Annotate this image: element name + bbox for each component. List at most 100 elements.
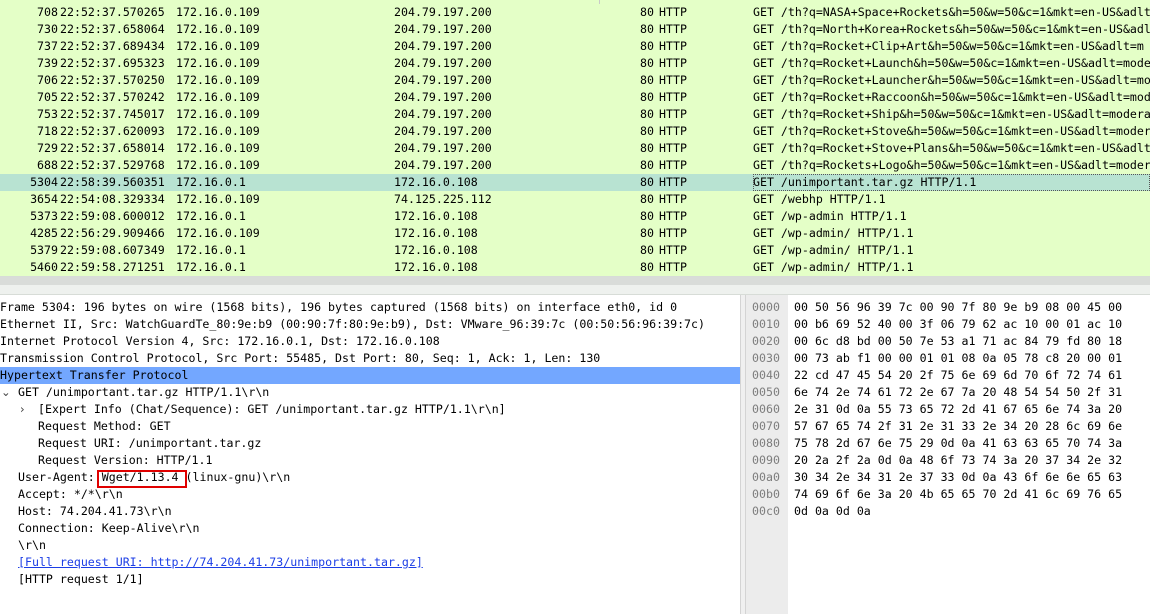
packet-row[interactable]: 708 22:52:37.570265 172.16.0.109 204.79.197… [0, 4, 1150, 21]
packet-row[interactable]: 5460 22:59:58.271251 172.16.0.1 172.16.0.10… [0, 259, 1150, 276]
packet-info: GET /wp-admin/ HTTP/1.1 [753, 226, 914, 240]
hex-dump-row[interactable]: 0060 2e 31 0d 0a 55 73 65 72 2d 41 67 65 … [746, 401, 1150, 418]
detail-tree-row[interactable]: Request URI: /unimportant.tar.gz [0, 435, 740, 452]
pane-splitter[interactable] [0, 276, 1150, 295]
packet-row[interactable]: 4285 22:56:29.909466 172.16.0.109 172.16.0.… [0, 225, 1150, 242]
packet-row[interactable]: 688 22:52:37.529768 172.16.0.109 204.79.197… [0, 157, 1150, 174]
packet-row[interactable]: 730 22:52:37.658064 172.16.0.109 204.79.197… [0, 21, 1150, 38]
hex-dump-row[interactable]: 0080 75 78 2d 67 6e 75 29 0d 0a 41 63 63 … [746, 435, 1150, 452]
packet-number: 3654 [30, 192, 58, 206]
hex-dump-row[interactable]: 0040 22 cd 47 45 54 20 2f 75 6e 69 6d 70 … [746, 367, 1150, 384]
packet-row-selected[interactable]: 5304 22:58:39.560351 172.16.0.1 172.16.0.10… [0, 174, 1150, 191]
hex-offset: 0010 [752, 317, 780, 331]
packet-protocol: HTTP [659, 5, 687, 19]
packet-port: 80 [640, 124, 654, 138]
hex-dump-row[interactable]: 00c0 0d 0a 0d 0a [746, 503, 1150, 520]
detail-tree-text: Request Method: GET [38, 419, 171, 433]
hex-bytes: 30 34 2e 34 31 2e 37 33 0d 0a 43 6f 6e 6… [794, 470, 1123, 484]
packet-destination: 74.125.225.112 [394, 192, 492, 206]
packet-row[interactable]: 3654 22:54:08.329334 172.16.0.109 74.125.22… [0, 191, 1150, 208]
packet-row[interactable]: 739 22:52:37.695323 172.16.0.109 204.79.197… [0, 55, 1150, 72]
packet-source: 172.16.0.109 [176, 141, 260, 155]
hex-dump-row[interactable]: 00a0 30 34 2e 34 31 2e 37 33 0d 0a 43 6f … [746, 469, 1150, 486]
packet-number: 5373 [30, 209, 58, 223]
packet-source: 172.16.0.109 [176, 158, 260, 172]
detail-tree-row[interactable]: [Full request URI: http://74.204.41.73/u… [0, 554, 740, 571]
detail-tree-row[interactable]: Transmission Control Protocol, Src Port:… [0, 350, 740, 367]
detail-tree-row[interactable]: ⌄ GET /unimportant.tar.gz HTTP/1.1\r\n [0, 384, 740, 401]
packet-source: 172.16.0.109 [176, 5, 260, 19]
hex-dump-row[interactable]: 0090 20 2a 2f 2a 0d 0a 48 6f 73 74 3a 20 … [746, 452, 1150, 469]
packet-row[interactable]: 729 22:52:37.658014 172.16.0.109 204.79.197… [0, 140, 1150, 157]
horizontal-scrollbar[interactable] [0, 277, 1150, 285]
detail-tree-text: Transmission Control Protocol, Src Port:… [0, 351, 601, 365]
packet-number: 737 [37, 39, 58, 53]
detail-tree-row[interactable]: Accept: */*\r\n [0, 486, 740, 503]
packet-row[interactable]: 706 22:52:37.570250 172.16.0.109 204.79.197… [0, 72, 1150, 89]
column-divider [599, 0, 600, 4]
packet-number: 739 [37, 56, 58, 70]
hex-dump-row[interactable]: 0070 57 67 65 74 2f 31 2e 31 33 2e 34 20 … [746, 418, 1150, 435]
hex-dump-row[interactable]: 0050 6e 74 2e 74 61 72 2e 67 7a 20 48 54 … [746, 384, 1150, 401]
packet-row[interactable]: 705 22:52:37.570242 172.16.0.109 204.79.197… [0, 89, 1150, 106]
hex-dump-row[interactable]: 0010 00 b6 69 52 40 00 3f 06 79 62 ac 10 … [746, 316, 1150, 333]
hex-offset: 0030 [752, 351, 780, 365]
detail-tree-row[interactable]: Frame 5304: 196 bytes on wire (1568 bits… [0, 299, 740, 316]
packet-time: 22:59:08.607349 [60, 243, 165, 257]
packet-protocol: HTTP [659, 90, 687, 104]
packet-list[interactable]: 708 22:52:37.570265 172.16.0.109 204.79.197… [0, 0, 1150, 276]
detail-tree-row[interactable]: User-Agent: Wget/1.13.4 (linux-gnu)\r\n [0, 469, 740, 486]
detail-tree-row[interactable]: Ethernet II, Src: WatchGuardTe_80:9e:b9 … [0, 316, 740, 333]
packet-row[interactable]: 718 22:52:37.620093 172.16.0.109 204.79.197… [0, 123, 1150, 140]
packet-details-pane[interactable]: Frame 5304: 196 bytes on wire (1568 bits… [0, 295, 740, 614]
packet-info: GET /th?q=Rockets+Logo&h=50&w=50&c=1&mkt… [753, 158, 1150, 172]
hex-dump-row[interactable]: 0020 00 6c d8 bd 00 50 7e 53 a1 71 ac 84 … [746, 333, 1150, 350]
full-request-uri-link[interactable]: [Full request URI: http://74.204.41.73/u… [18, 554, 423, 571]
detail-tree-row[interactable]: [HTTP request 1/1] [0, 571, 740, 588]
packet-row[interactable]: 737 22:52:37.689434 172.16.0.109 204.79.197… [0, 38, 1150, 55]
packet-info: GET /wp-admin/ HTTP/1.1 [753, 260, 914, 274]
packet-info: GET /th?q=Rocket+Raccoon&h=50&w=50&c=1&m… [753, 90, 1150, 104]
packet-destination: 204.79.197.200 [394, 22, 492, 36]
detail-tree-text: [HTTP request 1/1] [18, 572, 144, 586]
packet-info: GET /th?q=Rocket+Ship&h=50&w=50&c=1&mkt=… [753, 107, 1150, 121]
hex-bytes: 0d 0a 0d 0a [794, 504, 871, 518]
hex-dump-row[interactable]: 0000 00 50 56 96 39 7c 00 90 7f 80 9e b9 … [746, 299, 1150, 316]
packet-bytes-pane[interactable]: 0000 00 50 56 96 39 7c 00 90 7f 80 9e b9 … [746, 295, 1150, 614]
packet-row[interactable]: 753 22:52:37.745017 172.16.0.109 204.79.197… [0, 106, 1150, 123]
detail-tree-row[interactable]: Request Method: GET [0, 418, 740, 435]
packet-row[interactable]: 5379 22:59:08.607349 172.16.0.1 172.16.0.10… [0, 242, 1150, 259]
expand-chevron-icon[interactable]: ⌄ [1, 384, 11, 401]
packet-port: 80 [640, 243, 654, 257]
packet-port: 80 [640, 141, 654, 155]
packet-number: 5460 [30, 260, 58, 274]
detail-tree-row[interactable]: Internet Protocol Version 4, Src: 172.16… [0, 333, 740, 350]
detail-tree-text: Host: 74.204.41.73\r\n [18, 504, 172, 518]
packet-time: 22:52:37.745017 [60, 107, 165, 121]
packet-info: GET /wp-admin/ HTTP/1.1 [753, 243, 914, 257]
packet-port: 80 [640, 39, 654, 53]
detail-tree-text: Ethernet II, Src: WatchGuardTe_80:9e:b9 … [0, 317, 705, 331]
hex-offset: 00c0 [752, 504, 780, 518]
packet-time: 22:52:37.695323 [60, 56, 165, 70]
packet-protocol: HTTP [659, 73, 687, 87]
packet-source: 172.16.0.109 [176, 124, 260, 138]
detail-tree-row[interactable]: › [Expert Info (Chat/Sequence): GET /unim… [0, 401, 740, 418]
hex-dump-row[interactable]: 00b0 74 69 6f 6e 3a 20 4b 65 65 70 2d 41 … [746, 486, 1150, 503]
detail-tree-row[interactable]: Request Version: HTTP/1.1 [0, 452, 740, 469]
packet-time: 22:52:37.570265 [60, 5, 165, 19]
packet-row[interactable]: 5373 22:59:08.600012 172.16.0.1 172.16.0.10… [0, 208, 1150, 225]
detail-tree-text: Frame 5304: 196 bytes on wire (1568 bits… [0, 300, 678, 314]
detail-tree-text: Internet Protocol Version 4, Src: 172.16… [0, 334, 440, 348]
detail-tree-row[interactable]: Hypertext Transfer Protocol [0, 367, 740, 384]
detail-tree-row[interactable]: Host: 74.204.41.73\r\n [0, 503, 740, 520]
packet-destination: 172.16.0.108 [394, 209, 478, 223]
hex-dump-row[interactable]: 0030 00 73 ab f1 00 00 01 01 08 0a 05 78 … [746, 350, 1150, 367]
packet-port: 80 [640, 260, 654, 274]
collapse-chevron-icon[interactable]: › [20, 401, 25, 418]
detail-tree-row[interactable]: Connection: Keep-Alive\r\n [0, 520, 740, 537]
packet-protocol: HTTP [659, 22, 687, 36]
packet-number: 5304 [30, 175, 58, 189]
detail-tree-row[interactable]: \r\n [0, 537, 740, 554]
packet-protocol: HTTP [659, 56, 687, 70]
